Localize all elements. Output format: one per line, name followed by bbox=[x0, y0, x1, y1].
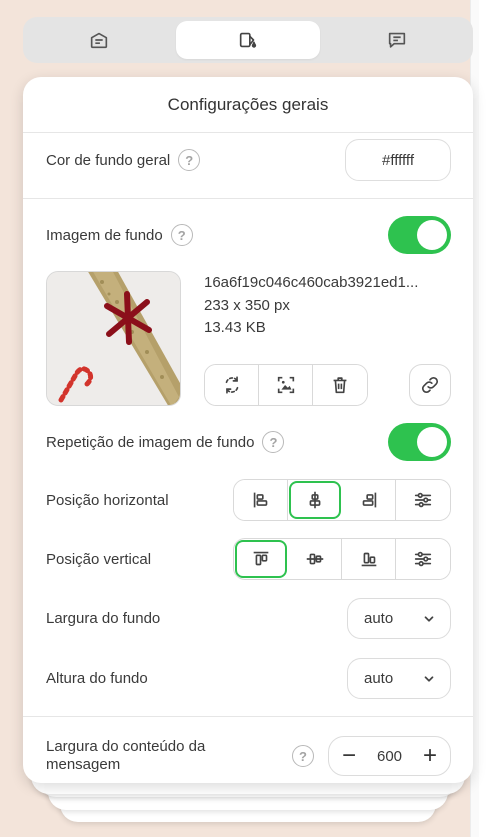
help-icon[interactable]: ? bbox=[178, 149, 201, 171]
background-width-select[interactable]: auto bbox=[347, 598, 451, 639]
chevron-down-icon bbox=[424, 615, 434, 622]
delete-image-button[interactable] bbox=[313, 365, 367, 405]
file-size: 13.43 KB bbox=[204, 319, 266, 336]
help-icon[interactable]: ? bbox=[292, 745, 314, 767]
trash-icon bbox=[333, 377, 347, 394]
background-image-label: Imagem de fundo bbox=[46, 226, 163, 244]
content-width-row: Largura do conteúdo da mensagem ? − 600 … bbox=[46, 736, 451, 776]
file-dimensions: 233 x 350 px bbox=[204, 296, 290, 314]
background-repeat-label: Repetição de imagem de fundo bbox=[46, 433, 255, 451]
align-middle-v-button[interactable] bbox=[288, 539, 342, 579]
horizontal-position-label: Posição horizontal bbox=[46, 491, 169, 509]
background-image-thumbnail[interactable] bbox=[46, 271, 181, 406]
help-icon[interactable]: ? bbox=[170, 224, 193, 246]
chat-bubble-icon bbox=[388, 32, 405, 48]
settings-panel: Configurações gerais Cor de fundo geral … bbox=[23, 77, 473, 783]
help-icon[interactable]: ? bbox=[262, 431, 285, 453]
file-name: 16a6f19c046c460cab3921ed1... bbox=[204, 274, 419, 291]
card-icon bbox=[91, 32, 108, 49]
background-height-select[interactable]: auto bbox=[347, 658, 451, 699]
align-center-h-button[interactable] bbox=[289, 481, 341, 519]
background-image-row: Imagem de fundo ? bbox=[46, 216, 451, 254]
custom-vertical-button[interactable] bbox=[396, 539, 450, 579]
paint-bucket-icon bbox=[239, 32, 257, 48]
right-side-panel-inner bbox=[479, 0, 490, 837]
align-top-button[interactable] bbox=[235, 540, 287, 578]
tab-style[interactable] bbox=[175, 21, 321, 59]
decrement-button[interactable]: − bbox=[333, 740, 365, 772]
align-bottom-icon bbox=[361, 552, 376, 567]
align-right-icon bbox=[362, 492, 376, 508]
crop-image-icon bbox=[277, 376, 294, 394]
tab-message[interactable] bbox=[324, 21, 469, 59]
sidebar-tabs bbox=[23, 17, 473, 63]
align-bottom-button[interactable] bbox=[342, 539, 396, 579]
replace-icon bbox=[225, 376, 238, 394]
content-width-stepper: − 600 + bbox=[328, 736, 451, 776]
background-color-row: Cor de fundo geral ? #ffffff bbox=[46, 139, 451, 181]
align-middle-v-icon bbox=[306, 553, 323, 565]
align-left-icon bbox=[253, 492, 267, 508]
align-top-icon bbox=[253, 551, 269, 566]
link-icon bbox=[421, 376, 439, 394]
increment-button[interactable]: + bbox=[414, 740, 446, 772]
image-link-button[interactable] bbox=[409, 364, 451, 406]
background-repeat-row: Repetição de imagem de fundo ? bbox=[46, 423, 451, 461]
align-right-button[interactable] bbox=[342, 480, 396, 520]
background-color-label: Cor de fundo geral bbox=[46, 151, 171, 169]
background-width-value: auto bbox=[364, 610, 394, 627]
replace-image-button[interactable] bbox=[205, 365, 259, 405]
background-height-value: auto bbox=[364, 670, 394, 687]
image-actions bbox=[204, 364, 368, 406]
panel-title: Configurações gerais bbox=[23, 77, 473, 133]
vertical-position-label: Posição vertical bbox=[46, 550, 152, 568]
crop-image-button[interactable] bbox=[259, 365, 313, 405]
sliders-icon bbox=[414, 551, 432, 567]
right-side-panel bbox=[470, 0, 490, 837]
align-left-button[interactable] bbox=[234, 480, 288, 520]
divider bbox=[23, 198, 473, 199]
background-color-input[interactable]: #ffffff bbox=[345, 139, 451, 181]
christmas-image bbox=[47, 272, 180, 405]
file-info: 16a6f19c046c460cab3921ed1... 233 x 350 p… bbox=[204, 272, 454, 340]
content-width-label: Largura do conteúdo da mensagem bbox=[46, 738, 206, 773]
divider bbox=[23, 716, 473, 717]
background-width-label: Largura do fundo bbox=[46, 610, 161, 627]
background-repeat-toggle[interactable] bbox=[388, 423, 451, 461]
custom-horizontal-button[interactable] bbox=[396, 480, 450, 520]
horizontal-position-group bbox=[233, 479, 451, 521]
sliders-icon bbox=[414, 492, 432, 508]
background-image-toggle[interactable] bbox=[388, 216, 451, 254]
background-width-row: Largura do fundo auto bbox=[46, 598, 451, 639]
vertical-position-group bbox=[233, 538, 451, 580]
background-height-row: Altura do fundo auto bbox=[46, 658, 451, 699]
content-width-value[interactable]: 600 bbox=[377, 748, 402, 765]
background-height-label: Altura do fundo bbox=[46, 670, 148, 687]
align-center-h-icon bbox=[309, 491, 321, 509]
tab-general[interactable] bbox=[27, 21, 172, 59]
chevron-down-icon bbox=[424, 675, 434, 682]
